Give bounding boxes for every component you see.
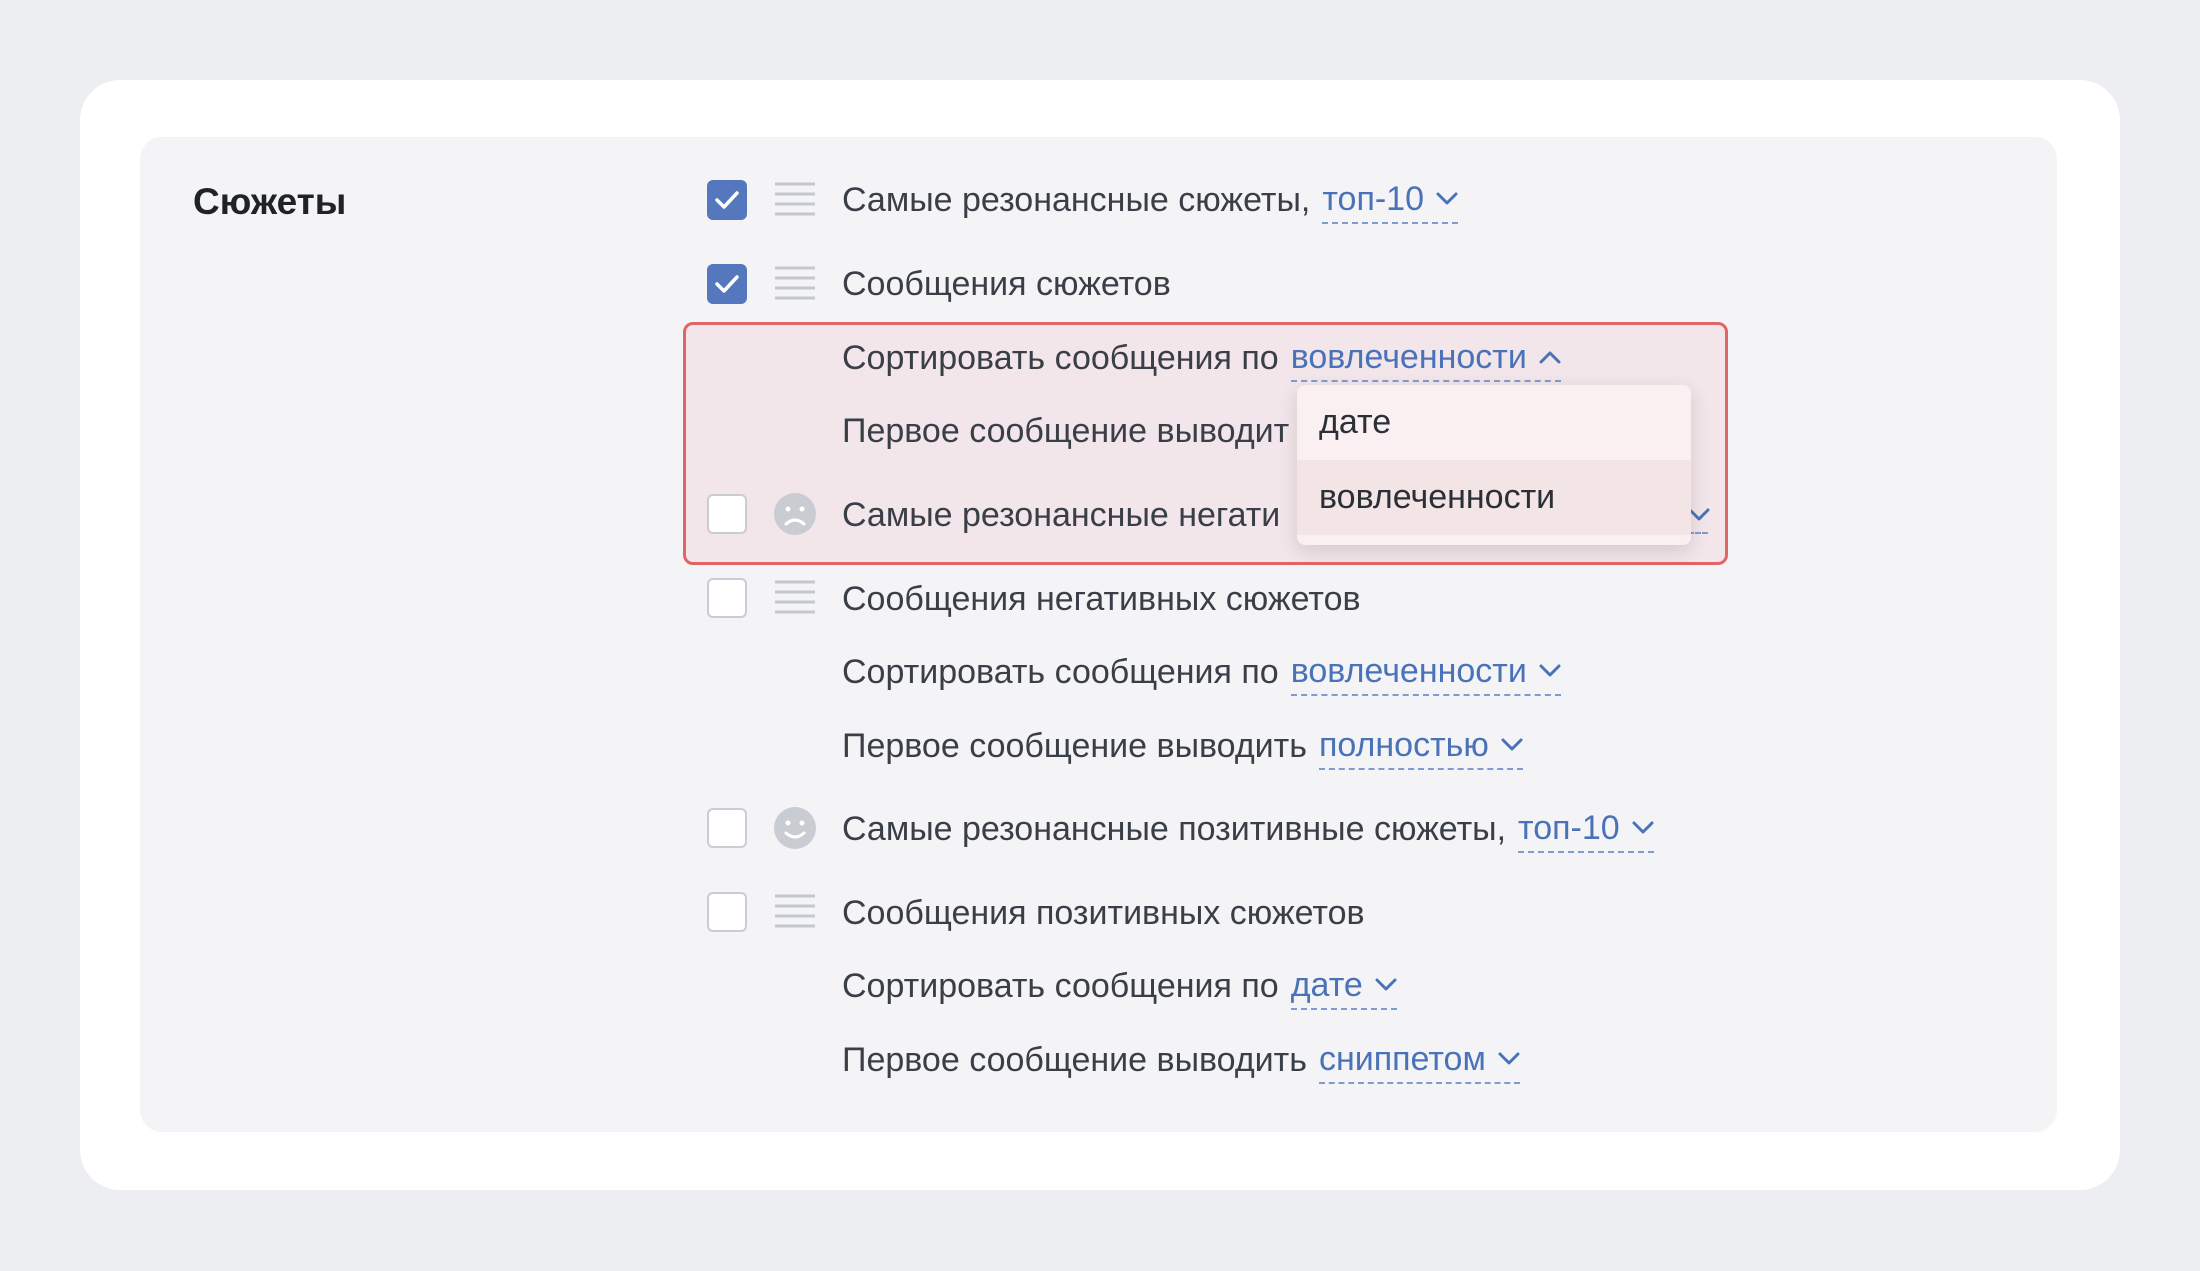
check-icon <box>715 275 739 293</box>
list-icon <box>773 178 817 222</box>
sort-dropdown-menu: дате вовлеченности <box>1297 385 1691 545</box>
negative-messages-row: Сообщения негативных сюжетов <box>842 569 1361 629</box>
negative-first-row: Первое сообщение выводить полностью <box>842 716 1523 776</box>
story-messages-label: Сообщения сюжетов <box>842 265 1171 303</box>
story-messages-checkbox[interactable] <box>707 264 747 304</box>
first-message-label: Первое сообщение выводить <box>842 727 1307 765</box>
top-stories-label: Самые резонансные сюжеты, <box>842 181 1311 219</box>
sort-value: вовлеченности <box>1290 651 1527 690</box>
sort-select-open[interactable]: вовлеченности <box>1290 335 1561 382</box>
chevron-down-icon <box>1632 821 1654 835</box>
top-positive-row: Самые резонансные позитивные сюжеты, топ… <box>842 799 1654 859</box>
top-count-value: топ-10 <box>1518 808 1620 847</box>
top-negative-row: Самые резонансные негати <box>842 485 1280 545</box>
top-count-value: топ-10 <box>1322 179 1424 218</box>
first-message-value: сниппетом <box>1318 1039 1486 1078</box>
sort-label: Сортировать сообщения по <box>842 339 1279 377</box>
first-message-value: полностью <box>1318 725 1489 764</box>
story-messages-row: Сообщения сюжетов <box>842 254 1171 314</box>
chevron-up-icon <box>1539 350 1561 364</box>
story-messages-first-row: Первое сообщение выводит <box>842 401 1289 461</box>
positive-sort-select[interactable]: дате <box>1290 963 1397 1010</box>
list-icon <box>773 576 817 620</box>
happy-face-icon <box>773 806 817 850</box>
top-stories-checkbox[interactable] <box>707 180 747 220</box>
positive-first-select[interactable]: сниппетом <box>1318 1037 1520 1084</box>
dropdown-option-engagement[interactable]: вовлеченности <box>1297 460 1691 535</box>
check-icon <box>715 191 739 209</box>
chevron-down-icon[interactable] <box>1688 508 1710 522</box>
top-negative-label: Самые резонансные негати <box>842 496 1281 534</box>
top-positive-label: Самые резонансные позитивные сюжеты, <box>842 810 1507 848</box>
sad-face-icon <box>773 492 817 536</box>
first-message-label: Первое сообщение выводит <box>842 412 1290 450</box>
top-negative-checkbox[interactable] <box>707 494 747 534</box>
chevron-down-icon <box>1498 1052 1520 1066</box>
sort-value: вовлеченности <box>1290 337 1527 376</box>
link-underline <box>1688 532 1708 534</box>
list-icon <box>773 262 817 306</box>
first-message-label: Первое сообщение выводить <box>842 1041 1307 1079</box>
top-count-select[interactable]: топ-10 <box>1322 177 1458 224</box>
story-messages-sort-row: Сортировать сообщения по вовлеченности <box>842 328 1561 388</box>
negative-sort-select[interactable]: вовлеченности <box>1290 649 1561 696</box>
negative-messages-label: Сообщения негативных сюжетов <box>842 580 1361 618</box>
positive-first-row: Первое сообщение выводить сниппетом <box>842 1030 1520 1090</box>
chevron-down-icon <box>1501 738 1523 752</box>
positive-messages-label: Сообщения позитивных сюжетов <box>842 894 1365 932</box>
negative-first-select[interactable]: полностью <box>1318 723 1523 770</box>
positive-messages-row: Сообщения позитивных сюжетов <box>842 883 1365 943</box>
negative-messages-checkbox[interactable] <box>707 578 747 618</box>
sort-value: дате <box>1290 965 1363 1004</box>
chevron-down-icon <box>1375 978 1397 992</box>
chevron-down-icon <box>1436 192 1458 206</box>
top-positive-checkbox[interactable] <box>707 808 747 848</box>
negative-sort-row: Сортировать сообщения по вовлеченности <box>842 642 1561 702</box>
positive-messages-checkbox[interactable] <box>707 892 747 932</box>
dropdown-option-date[interactable]: дате <box>1297 385 1691 460</box>
sort-label: Сортировать сообщения по <box>842 967 1279 1005</box>
chevron-down-icon <box>1539 664 1561 678</box>
sort-label: Сортировать сообщения по <box>842 653 1279 691</box>
top-stories-row: Самые резонансные сюжеты, топ-10 <box>842 170 1458 230</box>
positive-sort-row: Сортировать сообщения по дате <box>842 956 1397 1016</box>
section-title: Сюжеты <box>193 181 347 222</box>
list-icon <box>773 890 817 934</box>
positive-top-count-select[interactable]: топ-10 <box>1518 806 1654 853</box>
